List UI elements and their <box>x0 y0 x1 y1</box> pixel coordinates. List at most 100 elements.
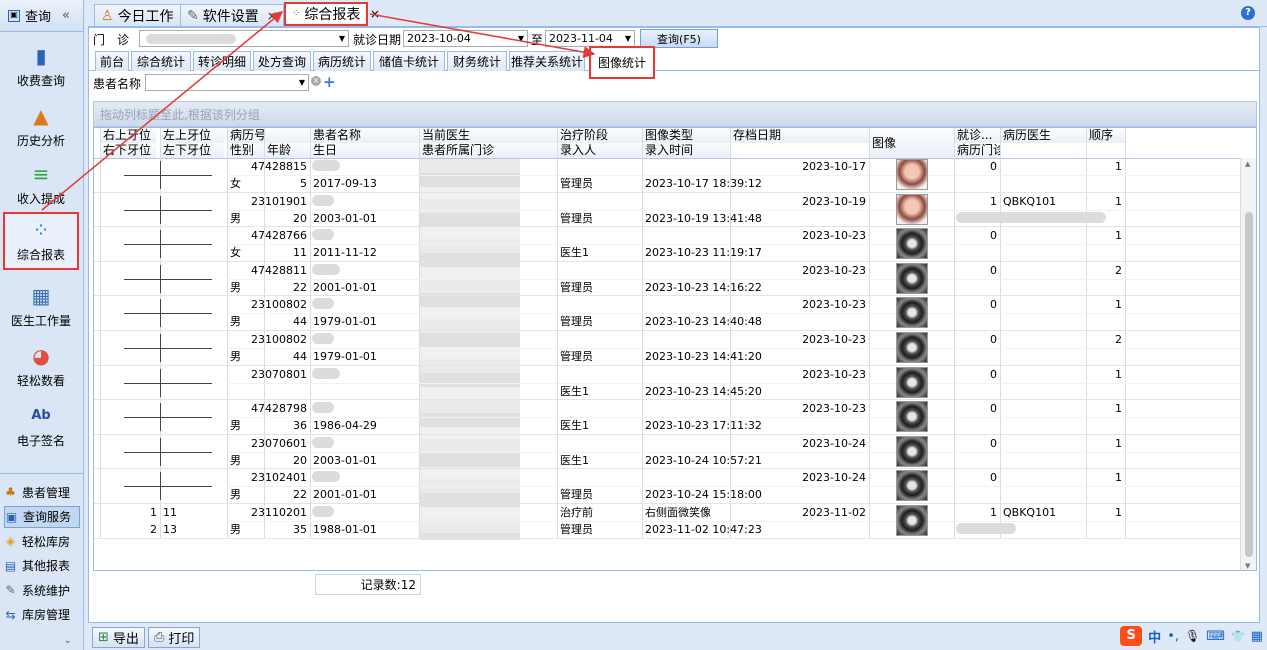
patient-name-select[interactable]: ▼ <box>145 74 309 91</box>
nav-small-item[interactable]: ♣ 患者管理 <box>4 481 80 503</box>
nav-item-signature[interactable]: Ab 电子签名 <box>3 398 79 456</box>
grid-icon[interactable]: ▦ <box>1251 629 1263 644</box>
print-button[interactable]: ⎙ 打印 <box>148 627 201 648</box>
column-header[interactable]: 图像 <box>869 128 954 158</box>
column-header[interactable]: 右上牙位 <box>100 128 156 143</box>
add-icon[interactable]: + <box>323 73 336 91</box>
table-row[interactable]: 23070801 医生1 2023-10-23 14:45:20 2023-10-23… <box>94 366 1242 401</box>
table-row[interactable]: 47428798 男 36 1986-04-29 医生1 2023-10-23 17:11… <box>94 400 1242 435</box>
column-header[interactable]: 图像类型 <box>642 128 730 143</box>
table-row[interactable]: 23102401 男 22 2001-01-01 管理员 2023-10-24 15:18… <box>94 469 1242 504</box>
column-header[interactable]: 就诊... <box>954 128 1000 143</box>
subtab-2[interactable]: 转诊明细 <box>193 51 251 71</box>
punctuation-icon[interactable]: •, <box>1167 629 1179 644</box>
skin-icon[interactable]: 👕 <box>1231 630 1245 643</box>
keyboard-icon[interactable]: ⌨ <box>1206 629 1225 644</box>
table-row[interactable]: 47428766 女 11 2011-11-12 医生1 2023-10-23 11:19… <box>94 227 1242 262</box>
column-header[interactable]: 左上牙位 <box>160 128 224 143</box>
image-thumbnail[interactable] <box>896 228 928 260</box>
table-row[interactable]: 47428815 女 5 2017-09-13 管理员 2023-10-17 18:39:… <box>94 158 1242 193</box>
close-icon[interactable]: × <box>370 7 380 21</box>
table-row[interactable]: 23101901 男 20 2003-01-01 管理员 2023-10-19 13:41… <box>94 193 1242 228</box>
sogou-logo[interactable]: S <box>1120 626 1143 646</box>
column-header[interactable]: 当前医生 <box>419 128 557 143</box>
column-header[interactable]: 录入人 <box>557 143 642 158</box>
nav-item-pie-chart[interactable]: ◕ 轻松数看 <box>3 338 79 396</box>
table-row[interactable]: 23070601 男 20 2003-01-01 医生1 2023-10-24 10:57… <box>94 435 1242 470</box>
column-header[interactable]: 患者名称 <box>310 128 419 143</box>
filter-row: 门 诊 ▼ 就诊日期 2023-10-04 ▼ 至 2023-11-04 ▼ 查… <box>89 28 1259 49</box>
column-header[interactable]: 病历医生 <box>1000 128 1086 143</box>
cell-sex: 女 <box>230 246 241 260</box>
column-header[interactable]: 录入时间 <box>642 143 730 158</box>
export-button[interactable]: ⊞ 导出 <box>92 627 145 648</box>
scroll-up-icon[interactable]: ▲ <box>1245 160 1250 168</box>
nav-item-calendar[interactable]: ▦ 医生工作量 <box>3 278 79 336</box>
image-thumbnail[interactable] <box>896 366 928 398</box>
column-header[interactable]: 右下牙位 <box>100 143 156 158</box>
image-thumbnail[interactable] <box>896 332 928 363</box>
image-thumbnail[interactable] <box>896 401 928 433</box>
cell-lower-right-tooth: 2 <box>150 523 157 536</box>
nav-item-stack[interactable]: ≡ 收入提成 <box>3 156 79 214</box>
column-header[interactable]: 病历号 <box>227 128 310 143</box>
image-thumbnail[interactable] <box>896 159 928 190</box>
nav-small-item[interactable]: ⇆ 库房管理 <box>4 604 80 626</box>
column-header[interactable]: 患者所属门诊 <box>419 143 557 158</box>
nav-item-scatter[interactable]: ⁘ 综合报表 <box>3 212 79 270</box>
tab-today-work[interactable]: ♙ 今日工作 <box>94 4 181 26</box>
subtab-3[interactable]: 处方查询 <box>253 51 311 71</box>
clinic-select[interactable]: ▼ <box>139 30 349 47</box>
nav-more-button[interactable]: ⌄ <box>64 636 72 646</box>
scroll-down-icon[interactable]: ▼ <box>1245 562 1250 570</box>
tab-comprehensive-report[interactable]: ⁘ 综合报表 <box>284 2 369 26</box>
table-row[interactable]: 23100802 男 44 1979-01-01 管理员 2023-10-23 14:40… <box>94 296 1242 331</box>
column-header[interactable]: 年龄 <box>264 143 310 158</box>
nav-small-item[interactable]: ◈ 轻松库房 <box>4 530 80 552</box>
nav-item-trend-chart[interactable]: ▲ 历史分析 <box>3 98 79 156</box>
group-by-area[interactable]: 拖动列标题至此,根据该列分组 <box>93 101 1257 127</box>
subtab-0[interactable]: 前台 <box>95 51 129 71</box>
column-header[interactable]: 性别 <box>227 143 264 158</box>
collapse-button[interactable]: « <box>62 8 70 23</box>
column-header[interactable]: 生日 <box>310 143 419 158</box>
cell-order: 1 <box>1115 194 1122 208</box>
vertical-scrollbar[interactable]: ▲ ▼ <box>1240 158 1256 570</box>
ime-lang[interactable]: 中 <box>1148 627 1161 646</box>
column-header[interactable]: 病历门诊 <box>954 143 1000 158</box>
nav-small-item[interactable]: ▣ 查询服务 <box>4 505 80 528</box>
subtab-8[interactable]: 图像统计 <box>589 46 655 79</box>
column-header[interactable]: 顺序 <box>1086 128 1125 143</box>
nav-small-item[interactable]: ✎ 系统维护 <box>4 579 80 601</box>
subtab-1[interactable]: 综合统计 <box>131 51 191 71</box>
chevron-down-icon: ▼ <box>517 34 524 43</box>
mic-icon[interactable]: 🎙 <box>1185 629 1200 643</box>
subtab-7[interactable]: 推荐关系统计 <box>509 51 585 71</box>
scroll-thumb[interactable] <box>1245 212 1253 557</box>
date-to-input[interactable]: 2023-11-04 ▼ <box>545 30 635 47</box>
table-row[interactable]: 47428811 男 22 2001-01-01 管理员 2023-10-23 14:16… <box>94 262 1242 297</box>
image-thumbnail[interactable] <box>896 262 928 294</box>
date-from-input[interactable]: 2023-10-04 ▼ <box>403 30 528 47</box>
column-header[interactable]: 左下牙位 <box>160 143 224 158</box>
column-header[interactable]: 存档日期 <box>730 128 869 143</box>
table-row[interactable]: 23100802 男 44 1979-01-01 管理员 2023-10-23 14:41… <box>94 331 1242 366</box>
table-row[interactable]: 23110201 男 35 1988-01-01 治疗前 管理员 右侧面微笑像 2023-11… <box>94 504 1242 539</box>
clear-icon[interactable]: × <box>311 76 321 86</box>
column-header[interactable]: 治疗阶段 <box>557 128 642 143</box>
tooth-mark <box>160 313 212 315</box>
close-icon[interactable]: × <box>267 9 277 23</box>
cell-upper-left-tooth: 11 <box>163 506 177 519</box>
tab-software-settings[interactable]: ✎ 软件设置 × <box>180 4 284 26</box>
nav-small-item[interactable]: ▤ 其他报表 <box>4 555 80 577</box>
help-icon[interactable]: ? <box>1241 6 1255 20</box>
nav-item-bar-chart[interactable]: ▮ 收费查询 <box>3 38 79 96</box>
image-thumbnail[interactable] <box>896 193 928 225</box>
image-thumbnail[interactable] <box>896 505 928 536</box>
subtab-4[interactable]: 病历统计 <box>313 51 371 71</box>
subtab-5[interactable]: 储值卡统计 <box>373 51 445 71</box>
image-thumbnail[interactable] <box>896 470 928 502</box>
image-thumbnail[interactable] <box>896 297 928 329</box>
subtab-6[interactable]: 财务统计 <box>447 51 507 71</box>
image-thumbnail[interactable] <box>896 435 928 467</box>
